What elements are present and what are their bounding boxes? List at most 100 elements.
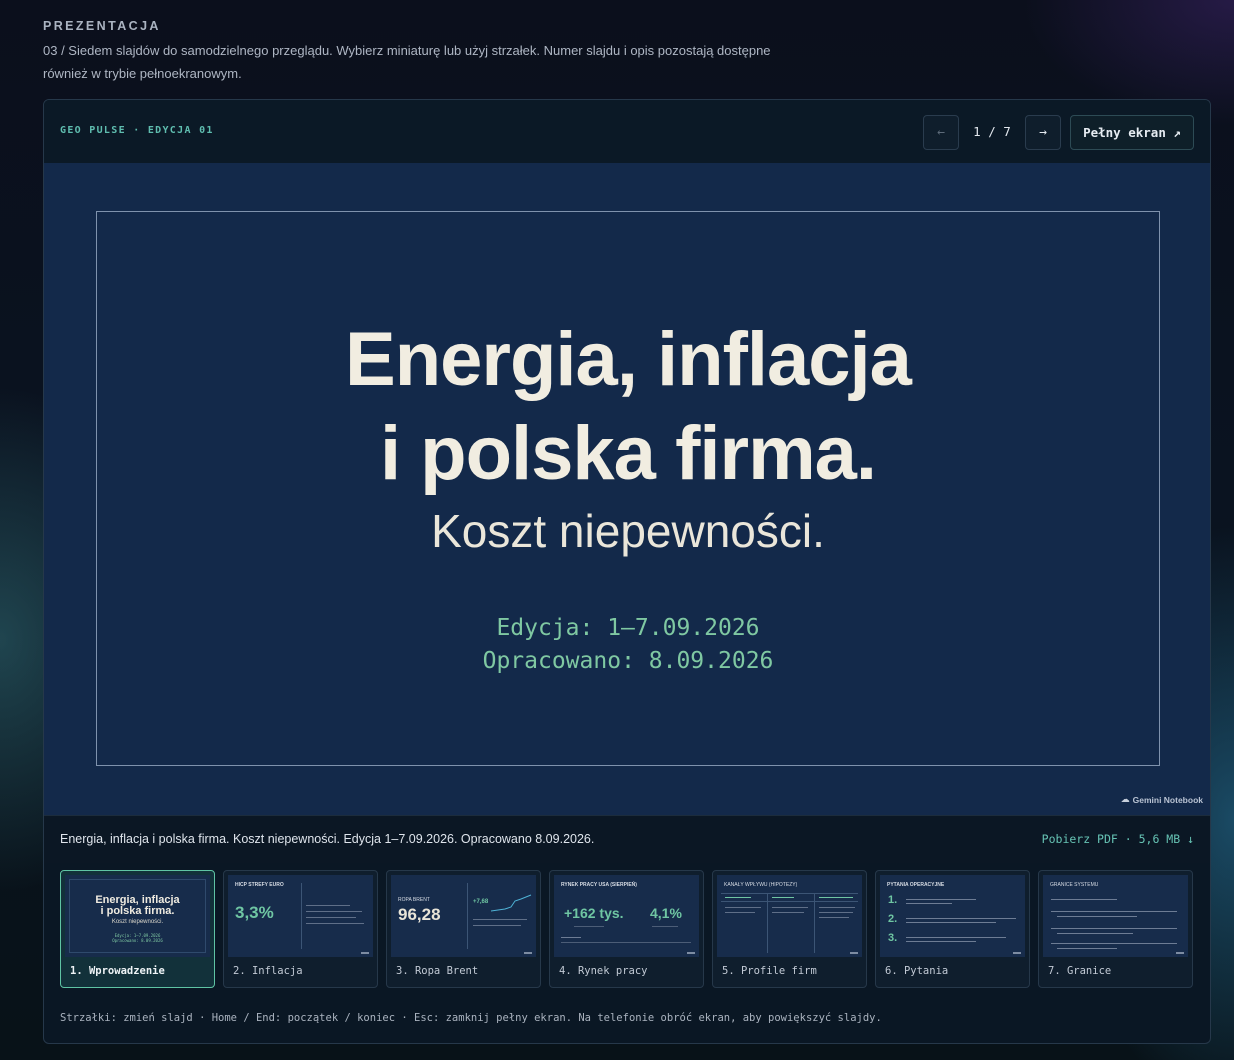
thumbnail-7[interactable]: GRANICE SYSTEMU 7. Granice bbox=[1038, 870, 1193, 988]
thumbnail-heading: HICP STREFY EURO bbox=[235, 882, 284, 888]
thumbnail-label: 6. Pytania bbox=[885, 965, 949, 977]
thumbnail-text-line bbox=[306, 911, 362, 912]
thumbnail-value-2: 4,1% bbox=[650, 905, 682, 921]
slide-title: Energia, inflacja i polska firma. bbox=[44, 313, 1210, 501]
thumbnail-heading: PYTANIA OPERACYJNE bbox=[887, 882, 945, 888]
slide-title-line2: i polska firma. bbox=[379, 411, 877, 496]
thumbnail-title: Energia, inflacja i polska firma. bbox=[65, 895, 210, 917]
arrow-left-icon: ← bbox=[937, 125, 945, 140]
thumbnail-mark bbox=[361, 952, 369, 954]
thumbnail-text-line bbox=[306, 905, 350, 906]
thumbnail-value: 3,3% bbox=[235, 903, 274, 922]
thumbnail-preview: KANAŁY WPŁYWU (HIPOTEZY) bbox=[717, 875, 862, 957]
thumbnail-text-line bbox=[473, 925, 521, 926]
thumbnail-preview: HICP STREFY EURO 3,3% bbox=[228, 875, 373, 957]
slide-stage[interactable]: Energia, inflacja i polska firma. Koszt … bbox=[44, 163, 1210, 815]
thumbnail-col-head bbox=[772, 897, 794, 898]
slide-meta: Edycja: 1–7.09.2026 Opracowano: 8.09.202… bbox=[44, 612, 1210, 678]
thumbnail-divider bbox=[301, 883, 302, 949]
thumbnail-heading: RYNEK PRACY USA (SIERPIEŃ) bbox=[561, 882, 637, 888]
presentation-viewer: GEO PULSE · EDYCJA 01 ← 1 / 7 → Pełny ek… bbox=[43, 99, 1211, 1044]
thumbnail-text-line bbox=[819, 917, 849, 918]
viewer-header: GEO PULSE · EDYCJA 01 ← 1 / 7 → Pełny ek… bbox=[44, 100, 1210, 163]
thumbnail-text-line bbox=[652, 926, 678, 927]
thumbnail-text-line bbox=[772, 912, 804, 913]
thumbnail-text-line bbox=[561, 937, 581, 938]
prev-slide-button[interactable]: ← bbox=[923, 115, 959, 150]
thumbnail-text-line bbox=[906, 922, 996, 923]
section-label: PREZENTACJA bbox=[43, 19, 161, 33]
thumbnail-label: 1. Wprowadzenie bbox=[70, 965, 165, 977]
thumbnail-preview: PYTANIA OPERACYJNE 1. 2. 3. bbox=[880, 875, 1025, 957]
gemini-logo-icon: ☁ bbox=[1120, 794, 1130, 804]
thumbnail-table-rule bbox=[721, 893, 858, 894]
watermark: ☁ Gemini Notebook bbox=[1121, 794, 1203, 805]
next-slide-button[interactable]: → bbox=[1025, 115, 1061, 150]
thumbnail-text-line bbox=[1051, 943, 1177, 944]
thumbnail-text-line bbox=[1051, 928, 1177, 929]
slide-title-line1: Energia, inflacja bbox=[345, 317, 912, 402]
thumbnail-4[interactable]: RYNEK PRACY USA (SIERPIEŃ) +162 tys. 4,1… bbox=[549, 870, 704, 988]
keyboard-hint: Strzałki: zmień slajd · Home / End: pocz… bbox=[60, 1012, 882, 1024]
thumbnail-mark bbox=[524, 952, 532, 954]
thumbnail-text-line bbox=[906, 903, 952, 904]
thumbnail-3[interactable]: ROPA BRENT 96,28 +7,68 3. Ropa Brent bbox=[386, 870, 541, 988]
thumbnail-text-line bbox=[574, 926, 604, 927]
thumbnail-text-line bbox=[473, 919, 527, 920]
thumbnail-number-1: 1. bbox=[888, 894, 898, 906]
thumbnail-table-column bbox=[767, 893, 768, 953]
thumbnail-preview: Energia, inflacja i polska firma. Koszt … bbox=[65, 875, 210, 957]
thumbnail-text-line bbox=[725, 912, 755, 913]
thumbnail-table-column bbox=[814, 893, 815, 953]
thumbnail-text-line bbox=[906, 941, 976, 942]
slide-edition: Edycja: 1–7.09.2026 bbox=[496, 615, 760, 641]
thumbnail-text-line bbox=[306, 917, 356, 918]
thumbnail-text-line bbox=[1051, 911, 1177, 912]
thumbnail-col-head bbox=[819, 897, 853, 898]
thumbnail-heading: GRANICE SYSTEMU bbox=[1050, 882, 1099, 888]
thumbnail-label: 5. Profile firm bbox=[722, 965, 817, 977]
thumbnail-6[interactable]: PYTANIA OPERACYJNE 1. 2. 3. 6. Pytania bbox=[875, 870, 1030, 988]
thumbnail-text-line bbox=[819, 907, 855, 908]
thumbnail-text-line bbox=[906, 918, 1016, 919]
thumbnail-mark bbox=[1013, 952, 1021, 954]
thumbnail-mark bbox=[850, 952, 858, 954]
thumbnail-text-line bbox=[1051, 899, 1117, 900]
thumbnail-text-line bbox=[819, 912, 853, 913]
thumbnail-text-line bbox=[561, 942, 691, 943]
thumbnail-number-2: 2. bbox=[888, 913, 898, 925]
thumbnail-mark bbox=[687, 952, 695, 954]
thumbnail-value: 96,28 bbox=[398, 905, 441, 924]
thumbnail-meta-2: Opracowano: 8.09.2026 bbox=[112, 938, 163, 943]
slide-prepared: Opracowano: 8.09.2026 bbox=[482, 648, 774, 674]
thumbnail-text-line bbox=[725, 907, 761, 908]
watermark-text: Gemini Notebook bbox=[1132, 794, 1203, 805]
thumbnail-preview: RYNEK PRACY USA (SIERPIEŃ) +162 tys. 4,1… bbox=[554, 875, 699, 957]
thumbnail-text-line bbox=[306, 923, 364, 924]
thumbnail-sparkline bbox=[491, 894, 532, 912]
thumbnail-label: 4. Rynek pracy bbox=[559, 965, 648, 977]
thumbnail-title-line2: i polska firma. bbox=[100, 905, 175, 917]
thumbnail-preview: ROPA BRENT 96,28 +7,68 bbox=[391, 875, 536, 957]
thumbnail-1[interactable]: Energia, inflacja i polska firma. Koszt … bbox=[60, 870, 215, 988]
thumbnail-subtitle: Koszt niepewności. bbox=[111, 919, 164, 925]
thumbnail-table-rule bbox=[721, 901, 858, 902]
slide-counter: 1 / 7 bbox=[973, 124, 1011, 139]
thumbnail-5[interactable]: KANAŁY WPŁYWU (HIPOTEZY) 5. Profile firm bbox=[712, 870, 867, 988]
thumbnail-2[interactable]: HICP STREFY EURO 3,3% 2. Inflacja bbox=[223, 870, 378, 988]
viewer-kicker: GEO PULSE · EDYCJA 01 bbox=[60, 125, 214, 136]
download-pdf-link[interactable]: Pobierz PDF · 5,6 MB ↓ bbox=[1042, 832, 1194, 846]
thumbnail-value: +162 tys. bbox=[564, 905, 624, 921]
thumbnail-heading: ROPA BRENT bbox=[398, 897, 430, 903]
thumbnail-text-line bbox=[1057, 933, 1133, 934]
slide-caption: Energia, inflacja i polska firma. Koszt … bbox=[60, 832, 595, 846]
thumbnail-preview: GRANICE SYSTEMU bbox=[1043, 875, 1188, 957]
thumbnail-divider bbox=[467, 883, 468, 949]
thumbnail-text-line bbox=[906, 937, 1006, 938]
thumbnail-text-line bbox=[772, 907, 808, 908]
arrow-right-icon: → bbox=[1039, 125, 1047, 140]
thumbnail-label: 7. Granice bbox=[1048, 965, 1112, 977]
fullscreen-button[interactable]: Pełny ekran ↗ bbox=[1070, 115, 1194, 150]
thumbnail-side-value: +7,68 bbox=[473, 899, 489, 905]
thumbnail-text-line bbox=[1057, 948, 1117, 949]
